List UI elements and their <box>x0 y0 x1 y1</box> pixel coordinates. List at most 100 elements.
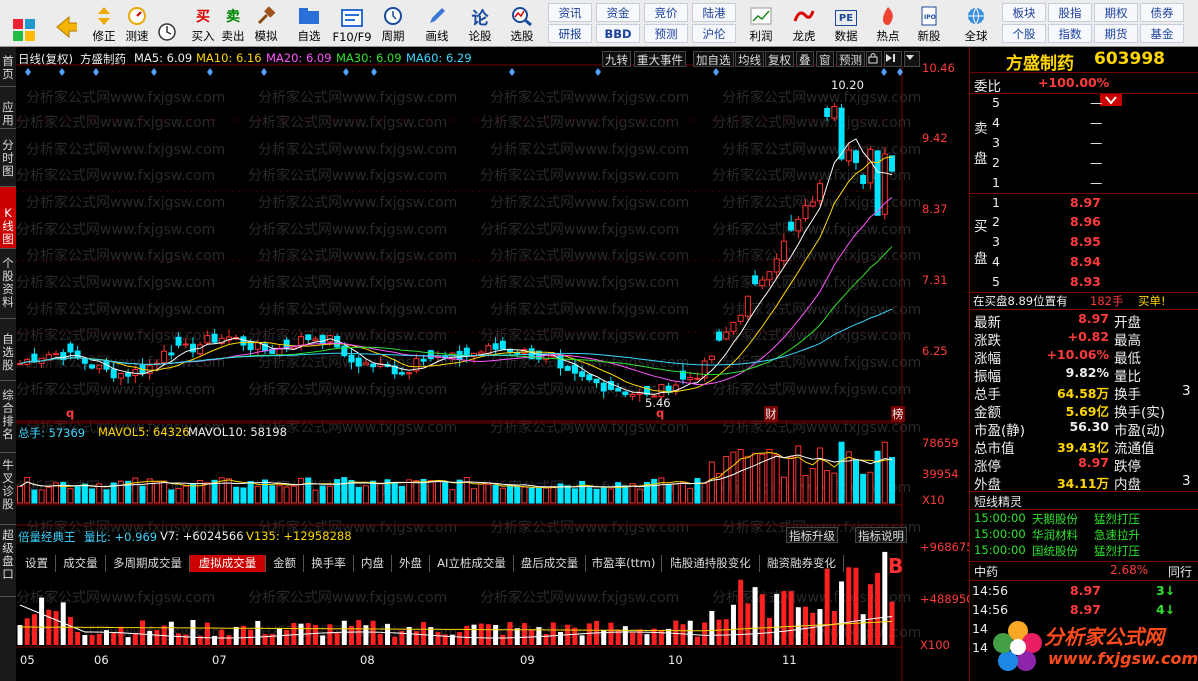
indicator-bar <box>730 604 736 645</box>
nav-super-level2[interactable]: 超级盘口 <box>0 525 16 597</box>
indicator-upgrade-button[interactable]: 指标升级 <box>786 527 838 543</box>
indicator-bar <box>673 620 679 645</box>
nav-ranking[interactable]: 综合排名 <box>0 381 16 453</box>
toolbar-screener-button[interactable]: 选股 <box>502 2 542 44</box>
quick-sectors[interactable]: 板块 <box>1002 3 1046 22</box>
toolbar-speed-button[interactable]: 测速 <box>122 2 152 44</box>
nav-diagnosis[interactable]: 牛叉诊股 <box>0 453 16 525</box>
quote-label: 涨停 <box>974 459 1001 475</box>
volume-bar <box>269 485 276 504</box>
tab-inner[interactable]: 内盘 <box>354 555 392 572</box>
buy-price: 8.94 <box>1070 254 1101 269</box>
volume-bar <box>427 480 434 504</box>
btn-major-events[interactable]: 重大事件 <box>634 51 686 67</box>
toolbar-draw-button[interactable]: 画线 <box>418 2 456 44</box>
quick-indices[interactable]: 指数 <box>1048 24 1092 43</box>
btn-adjust[interactable]: 复权 <box>765 51 794 67</box>
kline-chart-svg[interactable] <box>16 47 969 681</box>
short-term-elf-title[interactable]: 短线精灵 <box>974 493 1022 510</box>
toolbar-simulate-button[interactable]: 模拟 <box>250 2 282 44</box>
toolbar-ipo-button[interactable]: IPO 新股 <box>910 2 948 44</box>
v7-label: V7: +6024566 <box>160 529 244 543</box>
toolbar-buy-button[interactable]: 买 买入 <box>188 2 218 44</box>
tab-northbound-change[interactable]: 陆股通持股变化 <box>662 555 760 572</box>
quick-news[interactable]: 资讯 <box>548 3 592 22</box>
toolbar-hot-button[interactable]: 热点 <box>868 2 908 44</box>
toolbar-timer-button[interactable] <box>152 2 182 44</box>
ranking-marker[interactable]: 榜 <box>891 406 905 422</box>
btn-overlay[interactable]: 叠 <box>796 51 814 67</box>
toolbar-f10-button[interactable]: F10/F9 <box>332 2 372 44</box>
chevron-down-icon[interactable] <box>904 51 920 67</box>
toolbar-global-button[interactable]: 全球 <box>954 2 998 44</box>
collapse-chevron-icon[interactable] <box>1100 94 1122 106</box>
quick-bbd[interactable]: BBD <box>596 24 640 43</box>
toolbar-back-button[interactable] <box>50 2 82 44</box>
toolbar-data-button[interactable]: PE 数据 <box>826 2 866 44</box>
tab-ai-volume[interactable]: AI立桩成交量 <box>430 555 514 572</box>
toolbar-period-button[interactable]: 周期 <box>374 2 412 44</box>
quick-shanghai-london[interactable]: 沪伦 <box>692 24 736 43</box>
toolbar-watchlist-button[interactable]: 自选 <box>290 2 328 44</box>
sector-name[interactable]: 中药 <box>974 563 998 580</box>
nav-watchlist[interactable]: 自选股 <box>0 319 16 381</box>
quick-bonds[interactable]: 债券 <box>1140 3 1184 22</box>
toolbar-sell-button[interactable]: 卖 卖出 <box>218 2 248 44</box>
btn-nine-turn[interactable]: 九转 <box>602 51 631 67</box>
indicator-help-button[interactable]: 指标说明 <box>855 527 907 543</box>
tab-turnover[interactable]: 换手率 <box>304 555 354 572</box>
btn-predict[interactable]: 预测 <box>836 51 865 67</box>
kline-chart-area[interactable]: 分析家公式网www.fxjgsw.com 分析家公式网www.fxjgsw.com… <box>16 47 974 681</box>
tab-virtual-volume[interactable]: 虚拟成交量 <box>190 555 266 572</box>
fire-icon <box>877 6 899 26</box>
ma5-label: MA5: 6.09 <box>134 51 193 65</box>
quote-value: 8.97 <box>1078 455 1109 470</box>
nav-intraday[interactable]: 分时图 <box>0 129 16 187</box>
elf-stock[interactable]: 华润材料 <box>1032 527 1078 543</box>
tab-margin-change[interactable]: 融资融券变化 <box>760 555 844 572</box>
event-marker[interactable]: q <box>66 406 74 420</box>
event-marker[interactable]: q <box>656 406 664 420</box>
quick-futures[interactable]: 期货 <box>1094 24 1138 43</box>
quick-stocks[interactable]: 个股 <box>1002 24 1046 43</box>
goto-end-icon[interactable] <box>884 51 902 67</box>
quick-auction[interactable]: 竞价 <box>644 3 688 22</box>
volume-bar <box>189 483 196 504</box>
toolbar-discuss-button[interactable]: 论 论股 <box>462 2 498 44</box>
elf-stock[interactable]: 国统股份 <box>1032 543 1078 559</box>
quick-index-futures[interactable]: 股指 <box>1048 3 1092 22</box>
elf-stock[interactable]: 天鹅股份 <box>1032 511 1078 527</box>
toolbar-grid-button[interactable] <box>6 2 42 44</box>
elf-time: 15:00:00 <box>974 511 1026 525</box>
quick-funds[interactable]: 资金 <box>596 3 640 22</box>
tab-settings[interactable]: 设置 <box>18 555 56 572</box>
quick-forecast[interactable]: 预测 <box>644 24 688 43</box>
finance-marker[interactable]: 财 <box>764 406 778 422</box>
quick-options[interactable]: 期权 <box>1094 3 1138 22</box>
tab-pe-ttm[interactable]: 市盈率(ttm) <box>586 555 662 572</box>
quick-funds-list[interactable]: 基金 <box>1140 24 1184 43</box>
toolbar-dragon-button[interactable]: 龙虎 <box>784 2 824 44</box>
btn-add-watchlist[interactable]: 加自选 <box>693 51 734 67</box>
tab-volume[interactable]: 成交量 <box>56 555 106 572</box>
lock-icon[interactable] <box>866 51 882 67</box>
nav-profile[interactable]: 个股资料 <box>0 249 16 319</box>
quick-hk-connect[interactable]: 陆港 <box>692 3 736 22</box>
quick-research[interactable]: 研报 <box>548 24 592 43</box>
nav-home[interactable]: 首页 <box>0 47 16 87</box>
nav-apps[interactable]: 应用 <box>0 87 16 129</box>
sector-peer-tab[interactable]: 同行 <box>1168 563 1192 580</box>
tab-after-hours-volume[interactable]: 盘后成交量 <box>514 555 586 572</box>
tab-multi-period-volume[interactable]: 多周期成交量 <box>106 555 190 572</box>
indicator-bar <box>557 632 563 645</box>
toolbar-fix-button[interactable]: 修正 <box>90 2 118 44</box>
btn-ma[interactable]: 均线 <box>735 51 764 67</box>
nav-kline[interactable]: K线图 <box>0 187 16 249</box>
volume-bar <box>153 481 160 504</box>
tab-amount[interactable]: 金额 <box>266 555 304 572</box>
btn-window[interactable]: 窗 <box>816 51 834 67</box>
candle-body <box>723 331 730 340</box>
toolbar-profit-button[interactable]: 利润 <box>742 2 780 44</box>
candle-body <box>211 333 218 343</box>
tab-outer[interactable]: 外盘 <box>392 555 430 572</box>
